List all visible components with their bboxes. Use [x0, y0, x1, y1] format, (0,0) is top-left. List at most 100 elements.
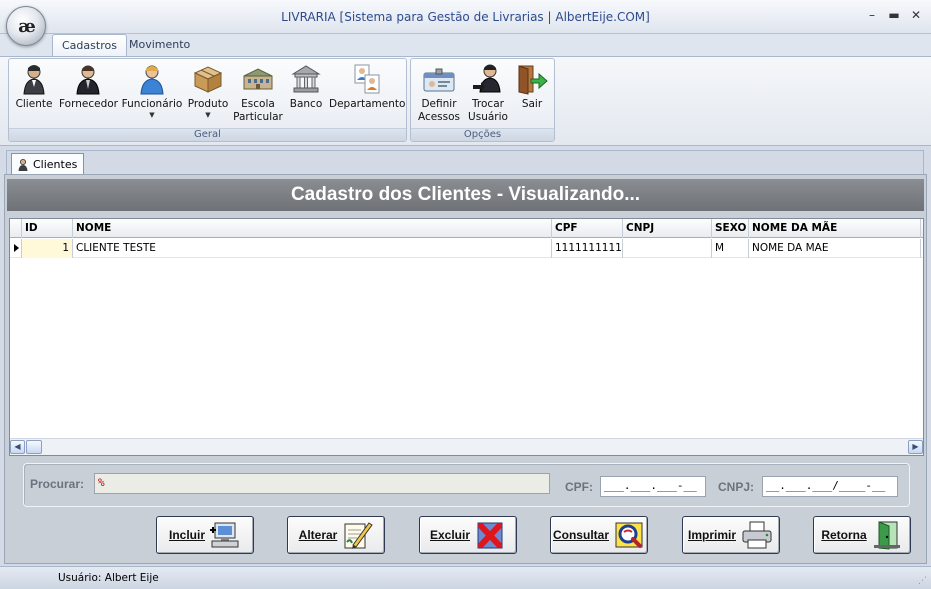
page-title: Cadastro dos Clientes - Visualizando... [7, 179, 924, 211]
button-label: Incluir [168, 528, 205, 542]
return-door-icon [873, 521, 900, 550]
tab-cadastros[interactable]: Cadastros [52, 34, 127, 56]
column-header-cpf[interactable]: CPF [552, 219, 623, 238]
cell-id[interactable]: 1 [22, 239, 73, 258]
scroll-right-icon[interactable]: ▶ [908, 440, 923, 454]
window-controls: – ▬ ✕ [865, 8, 923, 22]
cell-sexo[interactable]: M [712, 239, 749, 258]
status-bar: Usuário: Albert Eije ⋰ [0, 566, 931, 589]
product-box-icon [193, 66, 223, 93]
main-panel: Cadastro dos Clientes - Visualizando... … [4, 174, 927, 564]
search-panel: Procurar: % CPF: ___.___.___-__ CNPJ: __… [23, 463, 910, 507]
ribbon-label: Particular [233, 111, 283, 123]
banco-button[interactable]: Banco [287, 63, 325, 111]
ribbon-group-label: Geral [9, 128, 406, 141]
ribbon-panel: Cliente Fornecedor Funcionário ▼ Produto… [0, 56, 931, 146]
switch-user-icon [473, 64, 501, 93]
alterar-button[interactable]: Alterar [287, 516, 385, 554]
button-label: Imprimir [687, 528, 736, 542]
cliente-button[interactable]: Cliente [13, 63, 55, 111]
window-title: LIVRARIA [Sistema para Gestão de Livrari… [281, 10, 650, 24]
button-label: Consultar [552, 528, 609, 542]
clients-grid[interactable]: ID NOME CPF CNPJ SEXO NOME DA MÃE 1 CLIE… [9, 218, 924, 456]
supplier-person-icon [76, 65, 100, 95]
incluir-button[interactable]: Incluir [156, 516, 254, 554]
trocar-usuario-button[interactable]: Trocar Usuário [467, 63, 509, 124]
ribbon-label: Cliente [15, 98, 53, 110]
cnpj-label: CNPJ: [718, 480, 755, 494]
header-indicator [10, 219, 22, 238]
school-building-icon [243, 68, 273, 90]
add-computer-icon [210, 522, 239, 548]
ribbon-tab-strip: Cadastros Movimento [0, 34, 931, 56]
access-card-icon [423, 68, 455, 92]
dropdown-arrow-icon: ▼ [205, 111, 211, 119]
ribbon-label: Produto [187, 98, 229, 110]
procurar-label: Procurar: [30, 477, 85, 491]
column-header-id[interactable]: ID [22, 219, 73, 238]
button-label: Alterar [298, 528, 338, 542]
scroll-left-icon[interactable]: ◀ [10, 440, 25, 454]
column-header-nome[interactable]: NOME [73, 219, 552, 238]
application-menu-button[interactable]: æ [6, 6, 46, 46]
printer-icon [742, 521, 772, 549]
column-header-nome-da-mae[interactable]: NOME DA MÃE [749, 219, 921, 238]
produto-button[interactable]: Produto ▼ [187, 63, 229, 119]
column-header-cnpj[interactable]: CNPJ [623, 219, 712, 238]
funcionario-button[interactable]: Funcionário ▼ [121, 63, 183, 119]
fornecedor-button[interactable]: Fornecedor [59, 63, 118, 111]
scroll-thumb[interactable] [26, 440, 42, 454]
ribbon-label: Acessos [417, 111, 461, 123]
ribbon-label: Departamento [329, 98, 406, 110]
imprimir-button[interactable]: Imprimir [682, 516, 780, 554]
search-magnifier-icon [615, 522, 643, 548]
ribbon-label: Definir [421, 98, 457, 110]
ribbon-label: Escola [241, 98, 275, 110]
client-person-icon [18, 159, 28, 171]
button-label: Retorna [821, 528, 867, 542]
escola-particular-button[interactable]: Escola Particular [233, 63, 283, 124]
departamento-button[interactable]: Departamento [329, 63, 405, 111]
tab-movimento[interactable]: Movimento [120, 34, 199, 56]
close-icon[interactable]: ✕ [909, 8, 923, 22]
status-user: Usuário: Albert Eije [58, 572, 159, 584]
ribbon-label: Banco [289, 98, 323, 110]
table-row[interactable]: 1 CLIENTE TESTE 11111111111 M NOME DA MA… [10, 239, 923, 258]
column-header-sexo[interactable]: SEXO [712, 219, 749, 238]
horizontal-scrollbar[interactable]: ◀ ▶ [10, 438, 923, 455]
consultar-button[interactable]: Consultar [550, 516, 648, 554]
cell-cpf[interactable]: 11111111111 [552, 239, 623, 258]
sair-button[interactable]: Sair [515, 63, 549, 111]
definir-acessos-button[interactable]: Definir Acessos [415, 63, 463, 124]
edit-pencil-icon [344, 522, 374, 549]
cell-cnpj[interactable] [623, 239, 712, 258]
ribbon-label: Usuário [468, 111, 508, 123]
ribbon-label: Fornecedor [59, 98, 118, 110]
current-row-indicator [10, 239, 22, 258]
ribbon-group-label: Opções [411, 128, 554, 141]
cell-nome-da-mae[interactable]: NOME DA MAE [749, 239, 921, 258]
cnpj-field[interactable]: __.___.___/____-__ [762, 476, 898, 497]
excluir-button[interactable]: Excluir [419, 516, 517, 554]
dropdown-arrow-icon: ▼ [149, 111, 155, 119]
cpf-field[interactable]: ___.___.___-__ [600, 476, 706, 497]
ribbon-label: Trocar [472, 98, 504, 110]
resize-grip-icon[interactable]: ⋰ [918, 576, 927, 586]
title-bar: LIVRARIA [Sistema para Gestão de Livrari… [0, 0, 931, 34]
retorna-button[interactable]: Retorna [813, 516, 911, 554]
minimize-icon[interactable]: – [865, 8, 879, 22]
search-input[interactable]: % [94, 473, 550, 494]
ribbon-label: Funcionário [121, 98, 183, 110]
ribbon-label: Sair [521, 98, 543, 110]
exit-door-icon [518, 65, 548, 95]
cell-nome[interactable]: CLIENTE TESTE [73, 239, 552, 258]
employee-person-icon [140, 65, 164, 95]
ribbon-group-opcoes: Definir Acessos Trocar Usuário Sair Opçõ… [410, 58, 555, 142]
tab-clientes[interactable]: Clientes [11, 153, 85, 175]
button-label: Excluir [429, 528, 471, 542]
delete-x-icon [477, 522, 503, 549]
maximize-icon[interactable]: ▬ [887, 8, 901, 22]
grid-header: ID NOME CPF CNPJ SEXO NOME DA MÃE [10, 219, 923, 238]
cpf-label: CPF: [565, 480, 593, 494]
app-logo-icon: æ [18, 15, 36, 37]
